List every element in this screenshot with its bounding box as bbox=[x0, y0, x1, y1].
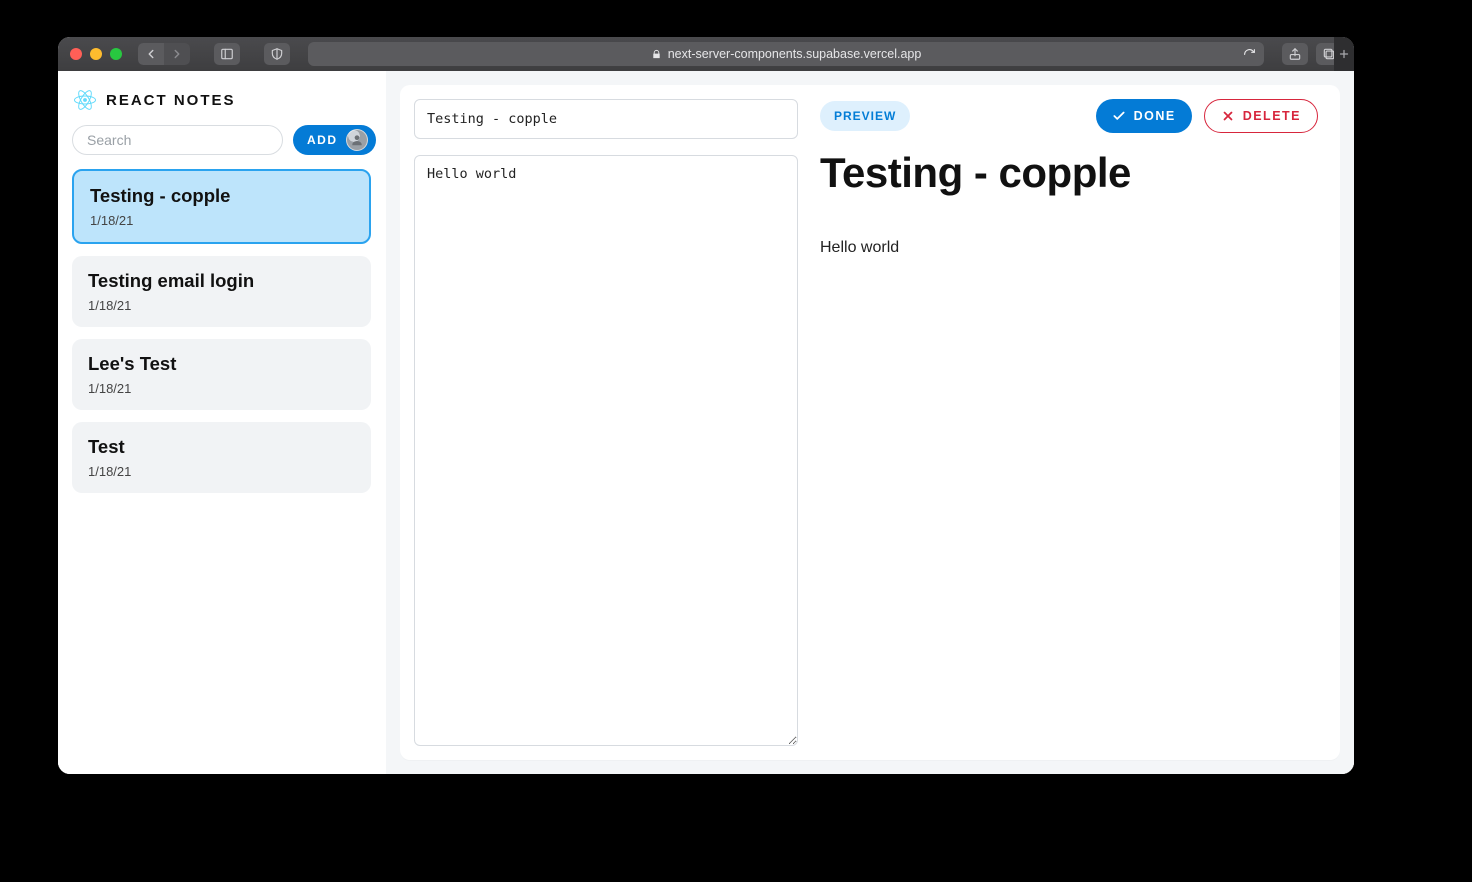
window-controls bbox=[70, 48, 122, 60]
search-input[interactable] bbox=[72, 125, 283, 155]
note-item-title: Lee's Test bbox=[88, 353, 355, 375]
forward-button[interactable] bbox=[164, 43, 190, 65]
preview-body: Hello world bbox=[820, 239, 1318, 257]
delete-button[interactable]: DELETE bbox=[1204, 99, 1318, 133]
note-panel: Hello world PREVIEW DONE bbox=[400, 85, 1340, 760]
note-item-title: Test bbox=[88, 436, 355, 458]
close-window-button[interactable] bbox=[70, 48, 82, 60]
note-item-date: 1/18/21 bbox=[88, 464, 355, 479]
user-avatar bbox=[346, 129, 368, 151]
maximize-window-button[interactable] bbox=[110, 48, 122, 60]
brand: REACT NOTES bbox=[72, 85, 371, 125]
preview-title: Testing - copple bbox=[820, 151, 1318, 195]
lock-icon bbox=[651, 49, 662, 60]
notes-list: Testing - copple1/18/21Testing email log… bbox=[72, 169, 371, 493]
note-item-date: 1/18/21 bbox=[90, 213, 353, 228]
note-item-title: Testing email login bbox=[88, 270, 355, 292]
app-title: REACT NOTES bbox=[106, 92, 236, 109]
note-list-item[interactable]: Testing email login 1/18/21 bbox=[72, 256, 371, 327]
browser-window: next-server-components.supabase.vercel.a… bbox=[58, 37, 1354, 774]
note-item-date: 1/18/21 bbox=[88, 298, 355, 313]
note-item-date: 1/18/21 bbox=[88, 381, 355, 396]
share-button[interactable] bbox=[1282, 43, 1308, 65]
preview-header: PREVIEW DONE bbox=[820, 99, 1318, 133]
note-body-input[interactable]: Hello world bbox=[414, 155, 798, 746]
delete-button-label: DELETE bbox=[1243, 109, 1301, 123]
note-title-input[interactable] bbox=[414, 99, 798, 139]
done-button[interactable]: DONE bbox=[1096, 99, 1192, 133]
back-button[interactable] bbox=[138, 43, 164, 65]
sidebar: REACT NOTES ADD Testing - copple1/18/21T… bbox=[58, 71, 386, 774]
editor-column: Hello world bbox=[414, 99, 798, 746]
shield-privacy-button[interactable] bbox=[264, 43, 290, 65]
browser-titlebar: next-server-components.supabase.vercel.a… bbox=[58, 37, 1354, 71]
check-icon bbox=[1112, 109, 1126, 123]
url-text: next-server-components.supabase.vercel.a… bbox=[668, 47, 922, 61]
main-area: Hello world PREVIEW DONE bbox=[386, 71, 1354, 774]
add-button-label: ADD bbox=[307, 133, 338, 147]
preview-column: PREVIEW DONE bbox=[820, 99, 1326, 746]
nav-back-forward bbox=[138, 43, 190, 65]
note-list-item[interactable]: Test 1/18/21 bbox=[72, 422, 371, 493]
reload-button[interactable] bbox=[1243, 48, 1256, 61]
note-list-item[interactable]: Testing - copple 1/18/21 bbox=[72, 169, 371, 244]
add-note-button[interactable]: ADD bbox=[293, 125, 376, 155]
react-logo-icon bbox=[74, 89, 96, 111]
new-tab-button[interactable] bbox=[1334, 37, 1354, 71]
note-list-item[interactable]: Lee's Test 1/18/21 bbox=[72, 339, 371, 410]
sidebar-toggle-button[interactable] bbox=[214, 43, 240, 65]
app-content: REACT NOTES ADD Testing - copple1/18/21T… bbox=[58, 71, 1354, 774]
note-item-title: Testing - copple bbox=[90, 185, 353, 207]
close-icon bbox=[1221, 109, 1235, 123]
done-button-label: DONE bbox=[1134, 109, 1176, 123]
minimize-window-button[interactable] bbox=[90, 48, 102, 60]
preview-badge: PREVIEW bbox=[820, 101, 910, 131]
address-bar[interactable]: next-server-components.supabase.vercel.a… bbox=[308, 42, 1264, 66]
